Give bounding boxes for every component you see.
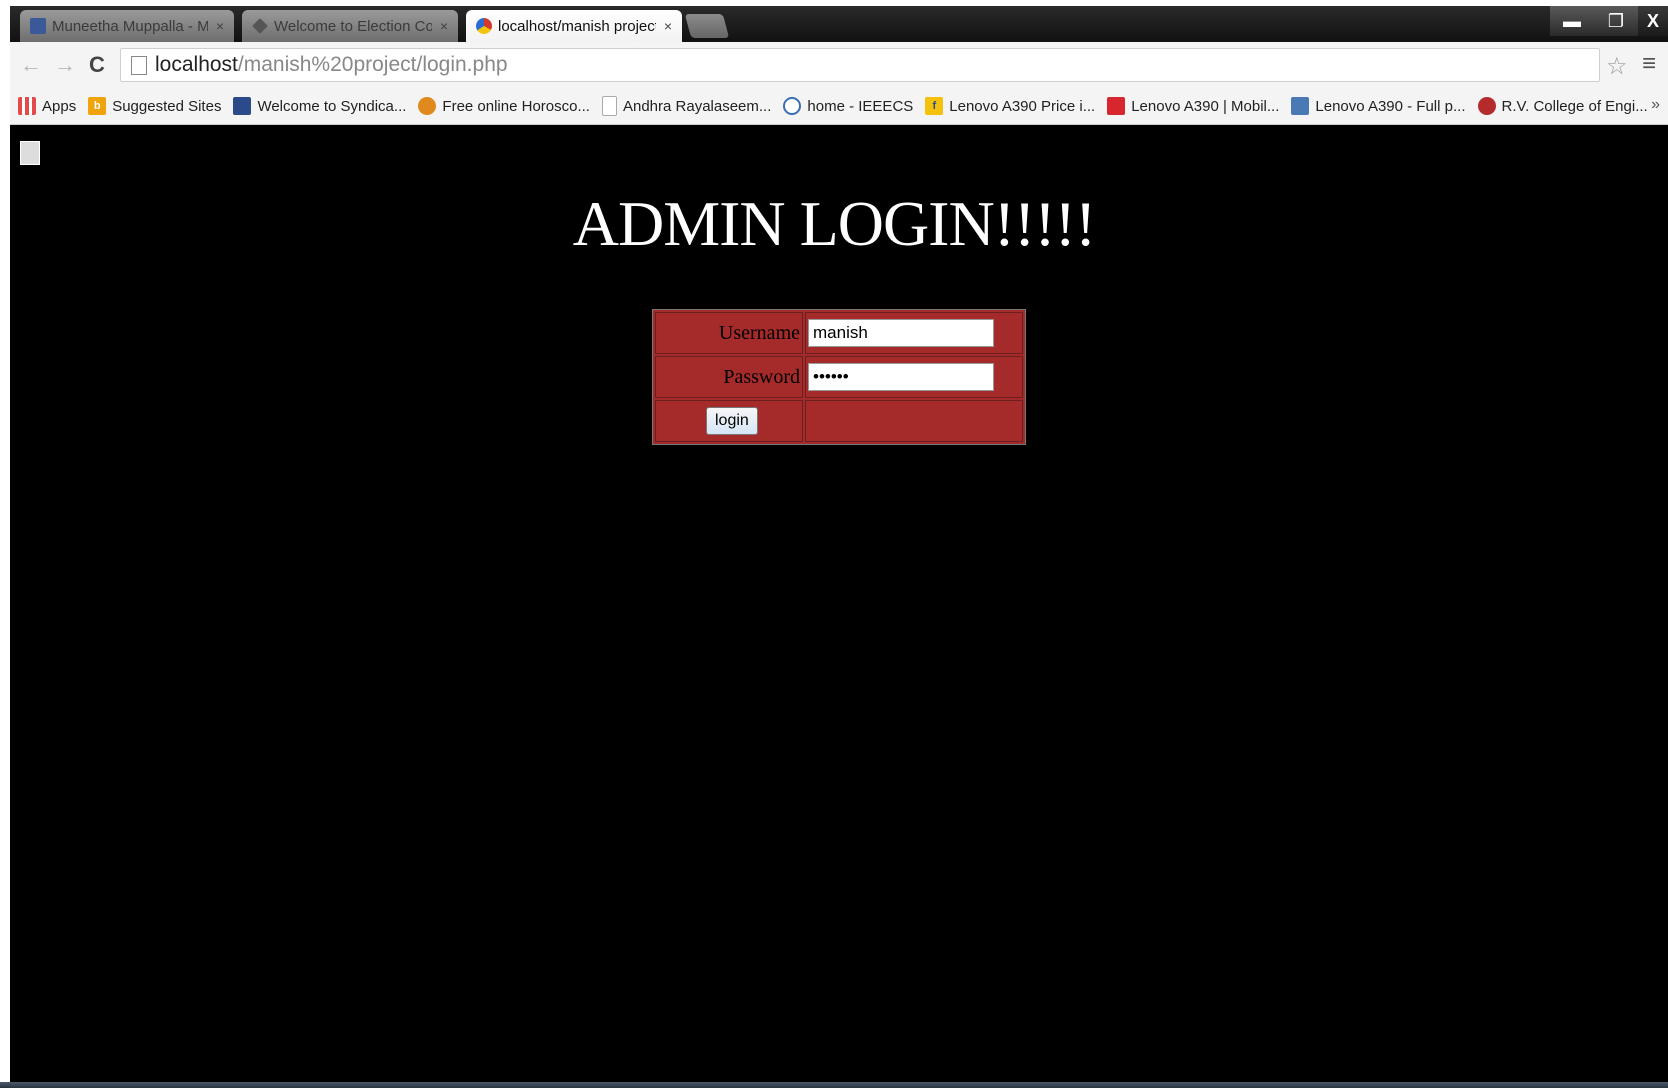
password-row: Password <box>655 356 1023 398</box>
bookmark-rv-college[interactable]: R.V. College of Engi... <box>1477 97 1648 115</box>
horoscope-icon <box>418 97 437 115</box>
bookmark-label: Lenovo A390 | Mobil... <box>1131 97 1280 115</box>
username-input[interactable] <box>808 319 994 347</box>
syndicate-icon <box>233 97 252 115</box>
username-row: Username <box>655 312 1023 354</box>
bookmark-label: Apps <box>42 97 77 115</box>
forward-button[interactable]: → <box>52 52 78 78</box>
password-cell <box>805 356 1023 398</box>
bookmark-suggested-sites[interactable]: b Suggested Sites <box>88 97 221 115</box>
reload-button[interactable]: C <box>84 52 110 78</box>
bookmark-lenovo-mobile[interactable]: Lenovo A390 | Mobil... <box>1107 97 1279 115</box>
taskbar <box>0 1082 1668 1088</box>
globe-icon <box>783 97 802 115</box>
facebook-icon <box>30 18 46 34</box>
close-icon[interactable]: × <box>216 18 224 34</box>
close-icon[interactable]: × <box>440 18 448 34</box>
close-icon[interactable]: × <box>664 18 672 34</box>
bookmark-syndicate[interactable]: Welcome to Syndica... <box>233 97 406 115</box>
page-content: ADMIN LOGIN!!!!! Username Password login <box>10 125 1668 1088</box>
tab-title: Muneetha Muppalla - M <box>52 17 208 35</box>
bookmark-label: Suggested Sites <box>112 97 222 115</box>
tab-localhost[interactable]: localhost/manish project/ × <box>466 10 682 42</box>
bookmark-star-icon[interactable]: ☆ <box>1606 52 1628 81</box>
flipkart-icon: f <box>925 97 944 115</box>
broken-image-icon <box>20 141 40 165</box>
password-input[interactable] <box>808 363 994 391</box>
login-button[interactable]: login <box>706 407 758 435</box>
login-form: Username Password login <box>652 309 1026 445</box>
bookmark-horoscope[interactable]: Free online Horosco... <box>418 97 590 115</box>
photo-icon <box>1291 97 1310 115</box>
tab-strip: Muneetha Muppalla - M × Welcome to Elect… <box>10 6 1668 42</box>
url-host: localhost <box>155 53 238 76</box>
minimize-button[interactable]: ▬ <box>1550 6 1594 36</box>
gadgets-icon <box>1107 97 1126 115</box>
browser-toolbar: ← → C localhost/manish%20project/login.p… <box>10 42 1668 89</box>
bookmark-lenovo-full[interactable]: Lenovo A390 - Full p... <box>1291 97 1466 115</box>
college-icon <box>1477 97 1496 115</box>
submit-cell: login <box>655 400 803 442</box>
bookmark-label: R.V. College of Engi... <box>1501 97 1648 115</box>
back-button[interactable]: ← <box>18 52 44 78</box>
close-window-button[interactable]: X <box>1638 6 1668 36</box>
election-commission-icon <box>252 18 268 34</box>
apps-grid-icon <box>18 97 36 115</box>
username-cell <box>805 312 1023 354</box>
menu-icon[interactable]: ≡ <box>1642 50 1656 78</box>
bookmark-apps[interactable]: Apps <box>18 97 76 115</box>
url-path: /manish%20project/login.php <box>237 53 508 76</box>
password-label: Password <box>655 356 803 398</box>
page-icon <box>131 55 147 75</box>
bookmark-label: Welcome to Syndica... <box>257 97 407 115</box>
bookmark-label: Lenovo A390 - Full p... <box>1315 97 1466 115</box>
address-bar[interactable]: localhost/manish%20project/login.php <box>120 48 1600 82</box>
bookmark-label: Lenovo A390 Price i... <box>949 97 1096 115</box>
maximize-button[interactable]: ❐ <box>1594 6 1638 36</box>
bookmark-lenovo-price[interactable]: f Lenovo A390 Price i... <box>925 97 1095 115</box>
submit-row: login <box>655 400 1023 442</box>
bookmark-andhra[interactable]: Andhra Rayalaseem... <box>601 96 772 116</box>
username-label: Username <box>655 312 803 354</box>
tab-title: Welcome to Election Com <box>274 17 432 35</box>
page-title: ADMIN LOGIN!!!!! <box>572 188 1097 259</box>
bookmark-label: Free online Horosco... <box>442 97 590 115</box>
browser-window: Muneetha Muppalla - M × Welcome to Elect… <box>10 6 1668 1088</box>
localhost-icon <box>476 18 492 34</box>
tab-title: localhost/manish project/ <box>498 17 656 35</box>
bookmark-label: Andhra Rayalaseem... <box>622 97 772 115</box>
bookmark-ieeecs[interactable]: home - IEEECS <box>783 97 913 115</box>
empty-cell <box>805 400 1023 442</box>
new-tab-button[interactable] <box>684 14 730 38</box>
tab-facebook[interactable]: Muneetha Muppalla - M × <box>20 10 234 42</box>
bing-icon: b <box>88 97 107 115</box>
bookmark-label: home - IEEECS <box>807 97 914 115</box>
bookmarks-bar: Apps b Suggested Sites Welcome to Syndic… <box>10 88 1668 125</box>
bookmarks-overflow-icon[interactable]: » <box>1651 96 1660 114</box>
tab-election[interactable]: Welcome to Election Com × <box>242 10 458 42</box>
page-icon <box>601 96 617 116</box>
